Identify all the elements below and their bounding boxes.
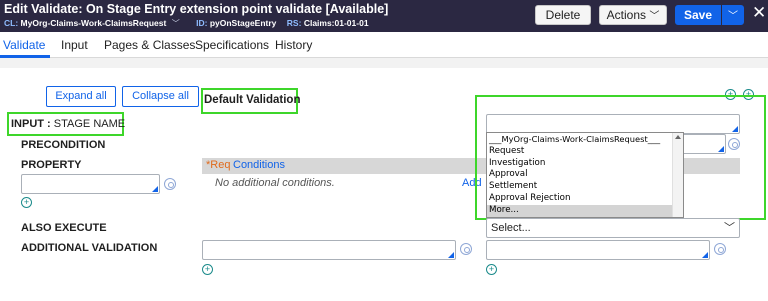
tab-input[interactable]: Input	[61, 38, 88, 52]
dropdown-option[interactable]: Settlement	[487, 181, 673, 193]
cl-label: CL:	[4, 18, 19, 28]
dropdown-option[interactable]: Request	[487, 146, 673, 158]
scroll-up-icon[interactable]	[675, 135, 681, 139]
default-validation-heading: Default Validation	[204, 94, 301, 106]
collapse-all-button[interactable]: Collapse all	[122, 86, 199, 107]
ruleset-value: Claims:01-01-01	[303, 18, 369, 28]
additional-validation-input[interactable]	[202, 240, 456, 260]
chevron-down-icon: ﹀	[728, 11, 738, 22]
also-execute-label: ALSO EXECUTE	[21, 222, 107, 234]
additional-validation-label: ADDITIONAL VALIDATION	[21, 242, 158, 254]
conditions-header-end	[734, 158, 740, 174]
actions-label: Actions	[606, 8, 646, 22]
dropdown-option[interactable]: Investigation	[487, 158, 673, 170]
autocomplete-corner	[152, 186, 158, 192]
autocomplete-corner	[718, 146, 724, 152]
dropdown-option-selected[interactable]: More...	[487, 204, 673, 217]
input-label-key: INPUT :	[11, 118, 51, 130]
rule-context: CL: MyOrg-Claims-Work-ClaimsRequest ﹀ ID…	[4, 18, 369, 29]
stage-input[interactable]	[486, 114, 740, 134]
delete-button[interactable]: Delete	[535, 5, 591, 25]
save-options-button[interactable]: ﹀	[722, 5, 744, 25]
expand-all-button[interactable]: Expand all	[46, 86, 116, 107]
tab-validate[interactable]: Validate	[3, 38, 45, 52]
gear-icon[interactable]	[728, 138, 740, 150]
additional-validation-right-input[interactable]	[486, 240, 710, 260]
autocomplete-corner	[448, 252, 454, 258]
autocomplete-corner	[702, 252, 708, 258]
property-label: PROPERTY	[21, 159, 82, 171]
dropdown-option[interactable]: Approval Rejection	[487, 193, 673, 205]
id-label: ID:	[196, 18, 208, 28]
gear-icon[interactable]	[714, 243, 726, 255]
select-value: Select...	[491, 222, 531, 234]
input-label: INPUT : STAGE NAME	[11, 118, 125, 130]
autocomplete-corner	[732, 126, 738, 132]
property-input[interactable]	[21, 174, 160, 194]
dropdown-option[interactable]: Approval	[487, 169, 673, 181]
tab-pages-classes[interactable]: Pages & Classes	[104, 38, 195, 52]
class-link[interactable]: MyOrg-Claims-Work-ClaimsRequest	[21, 18, 167, 28]
editor-header: Edit Validate: On Stage Entry extension …	[0, 0, 768, 32]
save-button[interactable]: Save	[675, 5, 721, 25]
no-conditions-text: No additional conditions.	[215, 177, 335, 189]
content-separator	[0, 58, 768, 68]
plus-circle-icon[interactable]: +	[202, 264, 213, 275]
chevron-down-icon[interactable]: ﹀	[172, 18, 180, 29]
plus-circle-icon[interactable]: +	[21, 197, 32, 208]
also-execute-select[interactable]: Select... ﹀	[486, 218, 740, 238]
conditions-link[interactable]: Conditions	[233, 159, 285, 171]
id-value: pyOnStageEntry	[209, 18, 277, 28]
rule-tabs: Validate Input Pages & Classes Specifica…	[0, 32, 768, 58]
gear-icon[interactable]	[460, 243, 472, 255]
chevron-down-icon: ﹀	[649, 11, 660, 22]
close-icon[interactable]: ✕	[752, 3, 766, 23]
rs-label: RS:	[286, 18, 302, 28]
required-marker: *Req	[206, 159, 231, 171]
dropdown-option[interactable]: ___MyOrg-Claims-Work-ClaimsRequest___	[487, 134, 673, 146]
rule-title: Edit Validate: On Stage Entry extension …	[4, 2, 389, 16]
tab-history[interactable]: History	[275, 38, 312, 52]
precondition-label: PRECONDITION	[21, 139, 106, 151]
chevron-down-icon: ﹀	[724, 222, 735, 234]
gear-icon[interactable]	[164, 178, 176, 190]
input-label-value: STAGE NAME	[53, 118, 126, 130]
tab-specifications[interactable]: Specifications	[195, 38, 269, 52]
dropdown-scrollbar[interactable]	[672, 133, 683, 217]
plus-circle-icon[interactable]: +	[486, 264, 497, 275]
stage-dropdown-list[interactable]: ___MyOrg-Claims-Work-ClaimsRequest___ Re…	[486, 132, 684, 218]
actions-button[interactable]: Actions ﹀	[599, 5, 667, 25]
